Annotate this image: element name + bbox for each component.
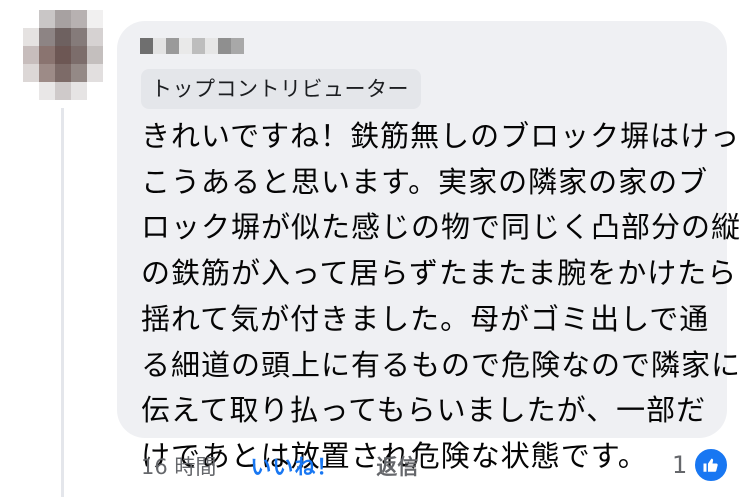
comment-thread: トップコントリビューター きれいですね！鉄筋無しのブロック塀はけっ こうあると思… — [0, 0, 750, 497]
like-button[interactable]: いいね！ — [250, 451, 338, 481]
comment-actions: 16 時間 いいね！ 返信 — [141, 448, 418, 484]
reaction-summary[interactable]: 1 — [672, 447, 730, 483]
timestamp[interactable]: 16 時間 — [141, 451, 216, 481]
thread-connector-line — [61, 108, 64, 497]
comment-text: きれいですね！鉄筋無しのブロック塀はけっ こうあると思います。実家の隣家の家のブ… — [141, 119, 742, 473]
reply-button[interactable]: 返信 — [376, 451, 418, 481]
avatar[interactable] — [23, 10, 103, 100]
author-name-redacted[interactable] — [140, 38, 244, 54]
reaction-count: 1 — [672, 451, 688, 479]
thumbs-up-icon — [693, 447, 730, 483]
top-contributor-badge: トップコントリビューター — [141, 69, 421, 109]
